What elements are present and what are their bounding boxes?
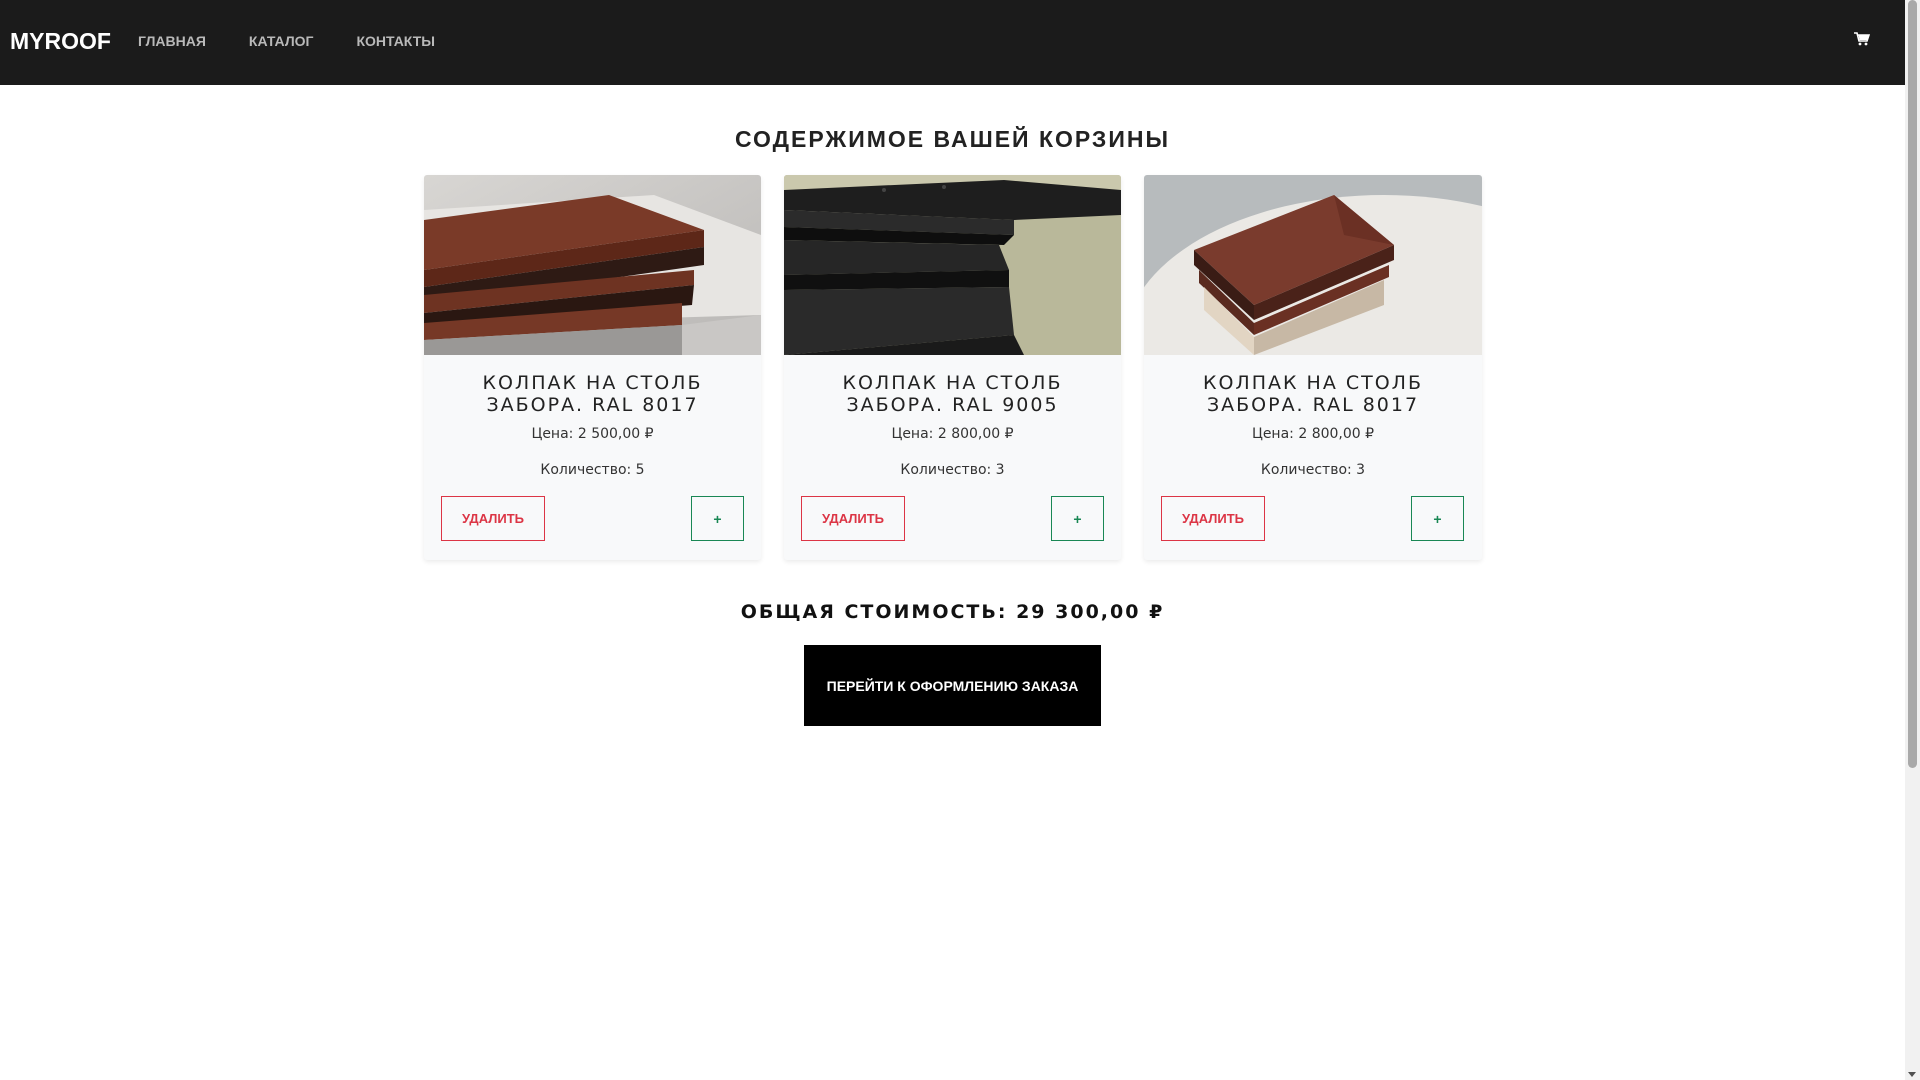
- product-quantity: Количество: 3: [1260, 462, 1366, 478]
- product-image: [784, 175, 1121, 355]
- product-title: КОЛПАК НА СТОЛБ ЗАБОРА. RAL 8017: [482, 372, 703, 416]
- increment-button[interactable]: +: [691, 496, 744, 541]
- increment-button[interactable]: +: [1051, 496, 1104, 541]
- scroll-down-arrow-icon[interactable]: [1908, 1072, 1916, 1077]
- product-quantity: Количество: 5: [540, 462, 645, 478]
- cart-icon[interactable]: [1854, 32, 1872, 50]
- increment-button[interactable]: +: [1411, 496, 1464, 541]
- product-price: Цена: 2 800,00 ₽: [891, 426, 1014, 442]
- nav-link-catalog[interactable]: КАТАЛОГ: [249, 33, 314, 49]
- product-quantity: Количество: 3: [900, 462, 1005, 478]
- remove-button[interactable]: УДАЛИТЬ: [801, 496, 905, 541]
- scrollbar[interactable]: [1905, 0, 1920, 1080]
- nav-links: ГЛАВНАЯ КАТАЛОГ КОНТАКТЫ: [138, 33, 478, 49]
- product-image: [1144, 175, 1482, 355]
- cart-total: ОБЩАЯ СТОИМОСТЬ: 29 300,00 ₽: [740, 601, 1165, 623]
- nav-link-home[interactable]: ГЛАВНАЯ: [138, 33, 206, 49]
- cart-item-card: КОЛПАК НА СТОЛБ ЗАБОРА. RAL 8017 Цена: 2…: [1144, 175, 1482, 560]
- cart-item-card: КОЛПАК НА СТОЛБ ЗАБОРА. RAL 8017 Цена: 2…: [424, 175, 761, 560]
- cart-item-card: КОЛПАК НА СТОЛБ ЗАБОРА. RAL 9005 Цена: 2…: [784, 175, 1121, 560]
- cart-items: КОЛПАК НА СТОЛБ ЗАБОРА. RAL 8017 Цена: 2…: [424, 175, 1482, 560]
- product-price: Цена: 2 500,00 ₽: [531, 426, 654, 442]
- page-title: СОДЕРЖИМОЕ ВАШЕЙ КОРЗИНЫ: [735, 126, 1170, 152]
- scrollbar-thumb[interactable]: [1908, 0, 1917, 768]
- product-price: Цена: 2 800,00 ₽: [1251, 426, 1375, 442]
- checkout-button[interactable]: ПЕРЕЙТИ К ОФОРМЛЕНИЮ ЗАКАЗА: [804, 645, 1101, 726]
- navbar: MYROOF ГЛАВНАЯ КАТАЛОГ КОНТАКТЫ: [0, 0, 1905, 85]
- remove-button[interactable]: УДАЛИТЬ: [1161, 496, 1265, 541]
- product-title: КОЛПАК НА СТОЛБ ЗАБОРА. RAL 9005: [842, 372, 1063, 416]
- brand-logo[interactable]: MYROOF: [10, 28, 111, 55]
- product-title: КОЛПАК НА СТОЛБ ЗАБОРА. RAL 8017: [1202, 372, 1424, 416]
- product-image: [424, 175, 761, 355]
- remove-button[interactable]: УДАЛИТЬ: [441, 496, 545, 541]
- nav-link-contacts[interactable]: КОНТАКТЫ: [356, 33, 434, 49]
